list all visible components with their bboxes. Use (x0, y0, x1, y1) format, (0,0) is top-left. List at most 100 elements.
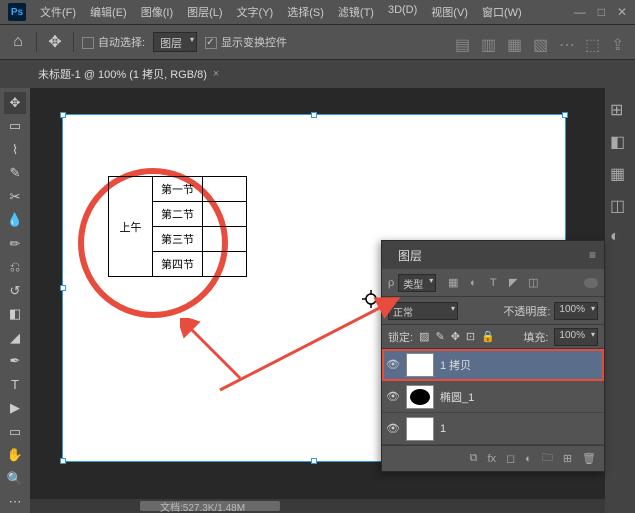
transform-handle[interactable] (311, 458, 317, 464)
color-panel-icon[interactable]: ◧ (610, 132, 630, 152)
3d-mode-icon[interactable]: ⬚ (585, 35, 601, 49)
crop-tool[interactable]: ✂ (4, 186, 26, 208)
new-layer-icon[interactable]: ⊞ (563, 452, 572, 465)
more-icon[interactable]: ⋯ (559, 35, 575, 49)
transform-handle[interactable] (60, 112, 66, 118)
lock-image-icon[interactable]: ✎ (435, 330, 444, 343)
filter-shape-icon[interactable]: ◤ (506, 276, 520, 290)
document-tab[interactable]: 未标题-1 @ 100% (1 拷贝, RGB/8) × (30, 62, 227, 86)
path-select-tool[interactable]: ▶ (4, 398, 26, 420)
transform-handle[interactable] (311, 112, 317, 118)
adjustment-layer-icon[interactable]: ◐ (525, 453, 532, 465)
quick-select-tool[interactable]: ✎ (4, 163, 26, 185)
lock-artboard-icon[interactable]: ⊡ (466, 330, 475, 343)
show-transform-option[interactable]: 显示变换控件 (205, 34, 287, 50)
filter-pixel-icon[interactable]: ▦ (446, 276, 460, 290)
layers-panel[interactable]: 图层 ≡ ρ 类型 ▦ ◐ T ◤ ◫ 正常 不透明度: 100% 锁定: ▨ … (381, 240, 605, 472)
histogram-panel-icon[interactable]: ⊞ (610, 100, 630, 120)
minimize-button[interactable]: — (574, 5, 586, 19)
filter-toggle[interactable] (584, 278, 598, 288)
eraser-tool[interactable]: ◧ (4, 304, 26, 326)
visibility-toggle-icon[interactable]: 👁 (386, 422, 400, 435)
move-tool-indicator[interactable]: ✥ (45, 32, 65, 52)
search-icon[interactable]: ρ (388, 277, 394, 289)
lock-transparency-icon[interactable]: ▨ (419, 330, 429, 343)
align-icon[interactable]: ▧ (533, 35, 549, 49)
layer-thumbnail[interactable] (406, 353, 434, 377)
filter-smart-icon[interactable]: ◫ (526, 276, 540, 290)
align-icon[interactable]: ▥ (481, 35, 497, 49)
menu-item[interactable]: 滤镜(T) (332, 2, 380, 22)
align-icon[interactable]: ▦ (507, 35, 523, 49)
auto-select-target-dropdown[interactable]: 图层 (153, 32, 197, 52)
layers-panel-header[interactable]: 图层 ≡ (382, 241, 604, 269)
lock-all-icon[interactable]: 🔒 (481, 330, 495, 343)
menu-item[interactable]: 视图(V) (425, 2, 474, 22)
menu-item[interactable]: 编辑(E) (84, 2, 133, 22)
marquee-tool[interactable]: ▭ (4, 116, 26, 138)
move-tool[interactable]: ✥ (4, 92, 26, 114)
filter-type-icon[interactable]: T (486, 276, 500, 290)
layer-row[interactable]: 👁1 (382, 413, 604, 445)
layers-tab[interactable]: 图层 (390, 243, 430, 268)
pen-tool[interactable]: ✒ (4, 351, 26, 373)
menu-item[interactable]: 图层(L) (181, 2, 228, 22)
libraries-panel-icon[interactable]: ◫ (610, 196, 630, 216)
adjustments-panel-icon[interactable]: ◐ (610, 228, 630, 248)
swatches-panel-icon[interactable]: ▦ (610, 164, 630, 184)
menu-item[interactable]: 窗口(W) (476, 2, 528, 22)
link-layers-icon[interactable]: ⧉ (470, 452, 478, 465)
layer-row[interactable]: 👁 1 拷贝 (382, 349, 604, 381)
zoom-tool[interactable]: 🔍 (4, 468, 26, 490)
transform-handle[interactable] (562, 112, 568, 118)
visibility-toggle-icon[interactable]: 👁 (386, 358, 400, 371)
layer-thumbnail[interactable] (406, 385, 434, 409)
doc-size-status: 文档:527.3K/1.48M (160, 499, 245, 513)
eyedropper-tool[interactable]: 💧 (4, 210, 26, 232)
align-icon[interactable]: ▤ (455, 35, 471, 49)
menu-item[interactable]: 选择(S) (281, 2, 330, 22)
layer-name[interactable]: 1 (440, 423, 600, 435)
brush-tool[interactable]: ✏ (4, 233, 26, 255)
menu-item[interactable]: 图像(I) (135, 2, 179, 22)
window-controls: — □ ✕ (574, 5, 627, 19)
shape-tool[interactable]: ▭ (4, 421, 26, 443)
close-button[interactable]: ✕ (617, 5, 627, 19)
new-group-icon[interactable]: 🗀 (542, 449, 553, 468)
lock-position-icon[interactable]: ✥ (451, 330, 460, 343)
layer-mask-icon[interactable]: ◻ (506, 452, 515, 465)
fill-input[interactable]: 100% (554, 328, 598, 346)
transform-handle[interactable] (60, 458, 66, 464)
menu-item[interactable]: 文字(Y) (231, 2, 280, 22)
visibility-toggle-icon[interactable]: 👁 (386, 390, 400, 403)
blend-mode-dropdown[interactable]: 正常 (388, 302, 458, 320)
menu-item[interactable]: 文件(F) (34, 2, 82, 22)
layer-filter-row: ρ 类型 ▦ ◐ T ◤ ◫ (382, 269, 604, 297)
filter-adjust-icon[interactable]: ◐ (466, 276, 480, 290)
layer-row[interactable]: 👁 椭圆_1 (382, 381, 604, 413)
gradient-tool[interactable]: ◢ (4, 327, 26, 349)
menu-item[interactable]: 3D(D) (382, 2, 423, 22)
timetable-rowhead: 上午 (109, 177, 153, 277)
layer-name[interactable]: 椭圆_1 (440, 389, 600, 405)
type-tool[interactable]: T (4, 374, 26, 396)
panel-menu-icon[interactable]: ≡ (589, 248, 596, 262)
transform-handle[interactable] (60, 285, 66, 291)
delete-layer-icon[interactable]: 🗑 (582, 452, 596, 465)
history-brush-tool[interactable]: ↺ (4, 280, 26, 302)
lasso-tool[interactable]: ⌇ (4, 139, 26, 161)
share-icon[interactable]: ⇪ (611, 35, 627, 49)
tab-close-icon[interactable]: × (213, 68, 219, 80)
opacity-input[interactable]: 100% (554, 302, 598, 320)
hand-tool[interactable]: ✋ (4, 445, 26, 467)
layer-name[interactable]: 1 拷贝 (440, 357, 600, 373)
maximize-button[interactable]: □ (598, 5, 605, 19)
layer-style-icon[interactable]: fx (487, 453, 496, 465)
auto-select-option[interactable]: 自动选择: (82, 34, 145, 50)
filter-kind-dropdown[interactable]: 类型 (398, 274, 436, 292)
layer-thumbnail[interactable] (406, 417, 434, 441)
edit-toolbar[interactable]: ⋯ (4, 492, 26, 513)
home-icon[interactable]: ⌂ (8, 32, 28, 52)
clone-stamp-tool[interactable]: ⎌ (4, 257, 26, 279)
transform-center-icon[interactable] (362, 290, 380, 308)
